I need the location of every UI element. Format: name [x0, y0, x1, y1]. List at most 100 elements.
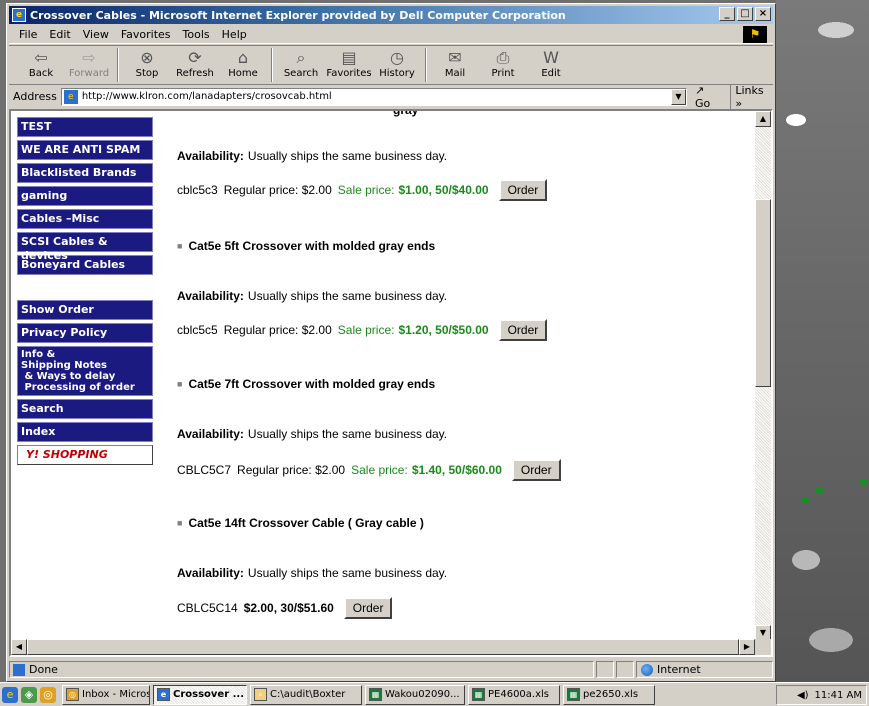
order-button[interactable]: Order: [498, 319, 548, 341]
taskbar-app-icon: ⌕: [254, 688, 267, 701]
sale-label: Sale price:: [337, 323, 395, 337]
stop-button[interactable]: ⊗ Stop: [123, 46, 171, 79]
nav-item-anti-spam[interactable]: WE ARE ANTI SPAM: [17, 140, 153, 160]
taskbar-buttons: ◎Inbox - Micros...eCrossover ...⌕C:\audi…: [62, 684, 658, 705]
order-button[interactable]: Order: [343, 597, 393, 619]
vertical-scrollbar[interactable]: ▲ ▼: [755, 111, 771, 641]
favorites-button[interactable]: ▤ Favorites: [325, 46, 373, 79]
go-button[interactable]: ↗ Go: [695, 84, 722, 110]
internet-globe-icon: [641, 663, 653, 676]
scroll-up-icon[interactable]: ▲: [755, 111, 771, 127]
toolbar-label: Edit: [541, 68, 561, 79]
hscroll-thumb[interactable]: [27, 639, 739, 655]
product-title-line: ■ Cat5e 7ft Crossover with molded gray e…: [177, 377, 435, 391]
mail-button[interactable]: ✉ Mail: [431, 46, 479, 79]
price-line: CBLC5C14 $2.00, 30/$51.60 Order: [177, 597, 393, 619]
nav-item-show-order[interactable]: Show Order: [17, 300, 153, 320]
address-url: http://www.klron.com/lanadapters/crosovc…: [81, 91, 332, 102]
speaker-icon[interactable]: ◀): [797, 690, 809, 701]
taskbar-button[interactable]: ▦ PE4600a.xls: [468, 684, 560, 705]
sale-price: $1.40, 50/$60.00: [411, 463, 502, 477]
toolbar-label: Stop: [135, 68, 159, 79]
scroll-left-icon[interactable]: ◀: [11, 639, 27, 655]
clock[interactable]: 11:41 AM: [815, 690, 862, 701]
nav-item-scsi-cables[interactable]: SCSI Cables & devices: [17, 232, 153, 262]
links-button[interactable]: Links »: [730, 83, 773, 110]
product-title: Cat5e 14ft Crossover Cable ( Gray cable …: [188, 516, 424, 530]
scroll-thumb[interactable]: [755, 199, 771, 387]
back-button[interactable]: ⇦ Back: [17, 46, 65, 79]
status-text-panel: Done: [9, 661, 594, 678]
back-arrow-icon: ⇦: [34, 48, 48, 67]
toolbar-label: Forward: [68, 68, 110, 79]
menu-view[interactable]: View: [77, 28, 115, 41]
home-button[interactable]: ⌂ Home: [219, 46, 267, 79]
taskbar-button[interactable]: ◎Inbox - Micros...: [62, 684, 150, 705]
nav-item-boneyard-cables[interactable]: Boneyard Cables: [17, 255, 153, 275]
search-button[interactable]: ⌕ Search: [277, 46, 325, 79]
status-text: Done: [29, 663, 58, 676]
address-input[interactable]: e http://www.klron.com/lanadapters/croso…: [60, 87, 687, 106]
toolbar-label: Print: [491, 68, 515, 79]
availability-label: Availability:: [177, 427, 244, 441]
refresh-icon: ⟳: [188, 48, 202, 67]
title-bar[interactable]: e Crossover Cables - Microsoft Internet …: [9, 6, 773, 24]
menu-favorites[interactable]: Favorites: [115, 28, 177, 41]
desktop-background: [776, 0, 869, 682]
price-line: cblc5c5 Regular price: $2.00 Sale price:…: [177, 319, 548, 341]
scroll-right-icon[interactable]: ▶: [739, 639, 755, 655]
zone-label: Internet: [657, 663, 701, 676]
order-button[interactable]: Order: [511, 459, 561, 481]
horizontal-scrollbar[interactable]: ◀ ▶: [11, 639, 755, 655]
taskbar-button[interactable]: ⌕ C:\audit\Boxter: [250, 684, 362, 705]
menu-edit[interactable]: Edit: [43, 28, 76, 41]
menu-tools[interactable]: Tools: [177, 28, 216, 41]
desktop-speck: [816, 488, 824, 494]
ie-quicklaunch-icon[interactable]: e: [2, 686, 18, 703]
order-button[interactable]: Order: [498, 179, 548, 201]
availability-text: Usually ships the same business day.: [247, 427, 448, 441]
history-button[interactable]: ◷ History: [373, 46, 421, 79]
availability-label: Availability:: [177, 149, 244, 163]
yahoo-shopping-logo[interactable]: Y! SHOPPING: [17, 445, 153, 465]
nav-item-gaming[interactable]: gaming: [17, 186, 153, 206]
toolbar-label: Mail: [444, 68, 466, 79]
outlook-quicklaunch-icon[interactable]: ◎: [40, 686, 56, 703]
maximize-button[interactable]: □: [737, 7, 753, 21]
nav-item-index[interactable]: Index: [17, 422, 153, 442]
refresh-button[interactable]: ⟳ Refresh: [171, 46, 219, 79]
mail-icon: ✉: [448, 48, 462, 67]
page-viewport[interactable]: TEST WE ARE ANTI SPAM Blacklisted Brands…: [9, 109, 773, 657]
address-dropdown-button[interactable]: ▼: [670, 88, 686, 105]
sku: CBLC5C7: [177, 463, 232, 477]
taskbar-button[interactable]: ▦ pe2650.xls: [563, 684, 655, 705]
regular-price: Regular price: $2.00: [237, 463, 346, 477]
availability-line: Availability: Usually ships the same bus…: [177, 427, 447, 441]
product-title-line: ■ Cat5e 5ft Crossover with molded gray e…: [177, 239, 435, 253]
close-button[interactable]: ×: [755, 7, 771, 21]
taskbar-button-label: Wakou02090...: [385, 689, 460, 700]
nav-item-info-shipping[interactable]: Info & Shipping Notes & Ways to delay Pr…: [17, 346, 153, 396]
print-button[interactable]: ⎙ Print: [479, 46, 527, 79]
taskbar-button-label: PE4600a.xls: [488, 689, 550, 700]
toolbar-label: Refresh: [176, 68, 214, 79]
nav-item-privacy-policy[interactable]: Privacy Policy: [17, 323, 153, 343]
taskbar-button[interactable]: ▦ Wakou02090...: [365, 684, 465, 705]
taskbar-button-label: Inbox - Micros...: [82, 689, 149, 700]
nav-item-blacklisted-brands[interactable]: Blacklisted Brands: [17, 163, 153, 183]
nav-item-test[interactable]: TEST: [17, 117, 153, 137]
edit-icon: W: [543, 48, 559, 67]
stop-icon: ⊗: [140, 48, 154, 67]
menu-bar: File Edit View Favorites Tools Help ⚑: [9, 25, 773, 44]
nav-item-cables-misc[interactable]: Cables –Misc: [17, 209, 153, 229]
page-done-icon: [13, 663, 25, 676]
nav-item-search[interactable]: Search: [17, 399, 153, 419]
quick-launch: e ◈ ◎: [2, 686, 56, 703]
edit-button[interactable]: W Edit: [527, 46, 575, 79]
taskbar-button[interactable]: e Crossover ...: [153, 684, 247, 705]
menu-file[interactable]: File: [13, 28, 43, 41]
minimize-button[interactable]: _: [719, 7, 735, 21]
forward-button[interactable]: ⇨ Forward: [65, 46, 113, 79]
desktop-quicklaunch-icon[interactable]: ◈: [21, 686, 37, 703]
menu-help[interactable]: Help: [216, 28, 253, 41]
